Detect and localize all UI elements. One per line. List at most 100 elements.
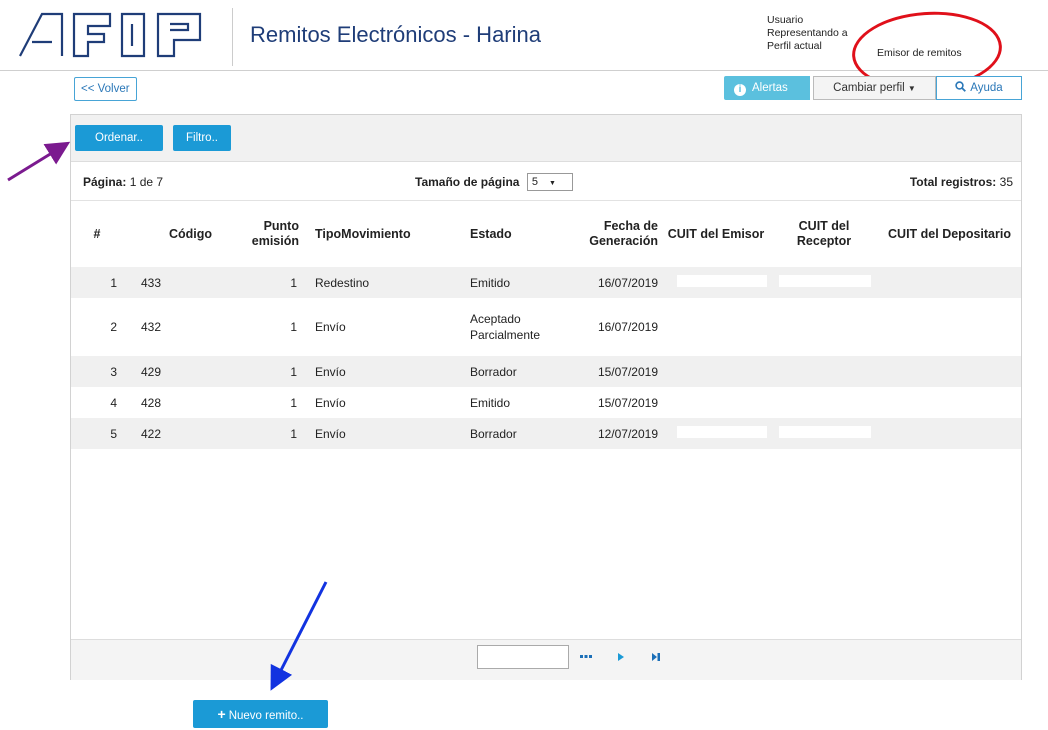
cell-cuit-depositario [878,387,1021,418]
col-cuit-emisor[interactable]: CUIT del Emisor [662,201,770,267]
cell-num: 2 [110,320,117,334]
table-row[interactable]: 1 433 1 Redestino Emitido 16/07/2019 [71,267,1021,298]
table-header-row: # Código Punto emisión TipoMovimiento Es… [71,201,1021,267]
header-divider [232,8,233,66]
total-registros: Total registros: 35 [910,175,1013,189]
cell-codigo: 433 [123,267,218,298]
cell-punto: 1 [290,320,297,334]
next-page-icon[interactable] [616,652,626,662]
cell-estado: Borrador [466,356,567,387]
col-fecha-generacion[interactable]: Fecha de Generación [567,201,662,267]
user-info: Usuario Representando a Perfil actual Em… [767,14,962,59]
tamano-select[interactable]: 5 ▼ [526,173,573,191]
caret-down-icon: ▼ [907,84,916,93]
cell-cuit-emisor [662,356,770,387]
nuevo-remito-button[interactable]: + Nuevo remito.. [193,700,328,728]
col-codigo[interactable]: Código [123,201,218,267]
paging-info: Página: 1 de 7 Tamaño de página 5 ▼ Tota… [71,162,1021,201]
cell-num: 1 [71,267,123,298]
cell-tipo: Envío [305,356,466,387]
remitos-panel: Ordenar.. Filtro.. Página: 1 de 7 Tamaño… [70,114,1022,680]
pagination-bar [71,639,1021,680]
cell-fecha: 16/07/2019 [567,267,662,298]
total-value: 35 [999,175,1013,189]
caret-down-icon: ▼ [549,180,556,187]
cell-estado: Emitido [466,267,567,298]
cambiar-perfil-button[interactable]: Cambiar perfil ▼ [813,76,936,100]
perfil-actual-label: Perfil actual [767,40,822,52]
cell-estado: Borrador [466,418,567,449]
filtro-button[interactable]: Filtro.. [173,125,231,151]
page-number-input[interactable] [477,645,569,669]
page-title: Remitos Electrónicos - Harina [250,22,541,47]
cell-cuit-depositario [878,418,1021,449]
plus-icon: + [217,706,226,722]
cell-cuit-receptor [770,418,878,449]
pagina-label: Página: [83,175,127,189]
afip-logo [19,12,202,58]
cell-codigo: 429 [123,356,218,387]
cell-num: 4 [110,395,117,410]
cell-tipo: Envío [315,395,346,410]
cell-cuit-receptor [770,298,878,356]
cell-estado: Aceptado Parcialmente [470,312,541,342]
cell-cuit-depositario [878,356,1021,387]
pagina-value: 1 de 7 [129,175,164,189]
cell-fecha: 15/07/2019 [567,356,662,387]
col-cuit-receptor[interactable]: CUIT del Receptor [770,201,878,267]
volver-button[interactable]: << Volver [74,77,137,101]
total-label: Total registros: [909,175,997,189]
cell-punto: 1 [290,395,297,410]
alertas-button[interactable]: i Alertas [724,76,810,100]
tamano-pagina: Tamaño de página 5 ▼ [415,173,573,191]
nuevo-remito-label: Nuevo remito.. [228,710,304,722]
info-icon: i [734,84,746,96]
cell-tipo: Redestino [305,267,466,298]
cell-fecha: 16/07/2019 [597,320,658,334]
cell-cuit-receptor [770,267,878,298]
cell-num: 3 [71,356,123,387]
cell-punto: 1 [218,356,305,387]
cell-cuit-depositario [878,267,1021,298]
cell-cuit-emisor [662,387,770,418]
alertas-label: Alertas [752,82,788,94]
pagina-indicator: Página: 1 de 7 [83,175,163,189]
cell-estado: Emitido [470,395,511,410]
cell-codigo: 428 [141,395,162,410]
panel-toolbar: Ordenar.. Filtro.. [71,115,1021,162]
ordenar-button[interactable]: Ordenar.. [75,125,163,151]
col-estado[interactable]: Estado [466,201,567,267]
table-row[interactable]: 3 429 1 Envío Borrador 15/07/2019 [71,356,1021,387]
cell-fecha: 12/07/2019 [567,418,662,449]
table-row[interactable]: 2 432 1 Envío Aceptado Parcialmente 16/0… [71,298,1021,356]
col-punto-emision[interactable]: Punto emisión [218,201,305,267]
last-page-icon[interactable] [651,652,661,662]
cell-num: 5 [71,418,123,449]
cell-cuit-emisor [662,267,770,298]
table-row[interactable]: 4 428 1 Envío Emitido 15/07/2019 [71,387,1021,418]
cell-cuit-receptor [770,387,878,418]
cell-codigo: 422 [123,418,218,449]
ayuda-button[interactable]: Ayuda [936,76,1022,100]
cell-tipo: Envío [305,418,466,449]
purple-arrow [7,141,71,182]
cambiar-perfil-label: Cambiar perfil [833,82,905,94]
col-tipo-movimiento[interactable]: TipoMovimiento [305,201,466,267]
ayuda-label: Ayuda [970,82,1003,94]
ellipsis-icon[interactable] [580,655,592,659]
cell-cuit-emisor [662,298,770,356]
cell-tipo: Envío [315,320,346,334]
col-cuit-depositario[interactable]: CUIT del Depositario [878,201,1021,267]
cell-fecha: 15/07/2019 [597,395,658,410]
remitos-table: # Código Punto emisión TipoMovimiento Es… [71,201,1021,449]
table-row[interactable]: 5 422 1 Envío Borrador 12/07/2019 [71,418,1021,449]
usuario-label: Usuario [767,14,804,26]
cell-cuit-emisor [662,418,770,449]
cell-codigo: 432 [141,320,162,334]
col-num[interactable]: # [71,201,123,267]
cell-punto: 1 [218,267,305,298]
tamano-value: 5 [531,176,538,188]
representando-label: Representando a [767,27,848,39]
app-header: Remitos Electrónicos - Harina Usuario Re… [0,0,1048,96]
cell-cuit-receptor [770,356,878,387]
